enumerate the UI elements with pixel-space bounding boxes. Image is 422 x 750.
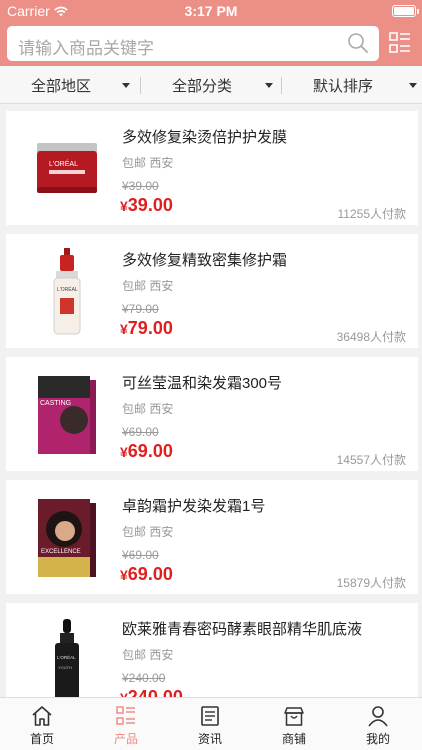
shipping-label: 包邮 [122, 402, 147, 416]
svg-text:L'ORÉAL: L'ORÉAL [49, 159, 78, 168]
product-meta: 包邮 西安 [122, 646, 173, 663]
clock: 3:17 PM [184, 3, 238, 19]
sold-count: 11255人付款 [337, 207, 406, 221]
home-icon [32, 706, 52, 726]
product-meta: 包邮 西安 [122, 154, 173, 171]
product-card[interactable]: L'ORÉAL 多效修复染烫倍护护发膜 包邮 西安 ¥39.00 ¥39.00 … [6, 111, 418, 225]
product-meta: 包邮 西安 [122, 523, 173, 540]
product-list[interactable]: L'ORÉAL 多效修复染烫倍护护发膜 包邮 西安 ¥39.00 ¥39.00 … [0, 105, 422, 697]
price-value: 79.00 [127, 318, 173, 338]
tab-shop[interactable]: 商铺 [252, 698, 336, 750]
product-name: 欧莱雅青春密码酵素眼部精华肌底液 [122, 621, 363, 638]
product-meta: 包邮 西安 [122, 400, 173, 417]
currency-symbol: ¥ [120, 690, 128, 697]
product-name: 多效修复精致密集修护霜 [122, 252, 288, 269]
filter-bar: 全部地区 全部分类 默认排序 [0, 66, 422, 104]
search-placeholder: 请输入商品关键字 [18, 39, 154, 58]
tab-home-label: 首页 [29, 732, 54, 746]
search-icon[interactable] [347, 32, 369, 54]
svg-text:L'ORÉAL: L'ORÉAL [57, 654, 76, 660]
user-icon [368, 706, 388, 727]
filter-category-label: 全部分类 [171, 77, 232, 95]
shop-icon [284, 707, 304, 726]
product-name: 可丝莹温和染发霜300号 [122, 375, 283, 392]
location-label: 西安 [149, 279, 174, 293]
shipping-label: 包邮 [122, 525, 147, 539]
currency-symbol: ¥ [120, 198, 128, 214]
location-label: 西安 [149, 156, 174, 170]
chevron-down-icon [122, 83, 130, 88]
product-image: L'ORÉAL YOUTH [18, 613, 116, 697]
search-input[interactable]: 请输入商品关键字 [7, 26, 379, 61]
tab-shop-label: 商铺 [281, 732, 306, 746]
product-name: 多效修复染烫倍护护发膜 [122, 129, 288, 146]
battery-icon [392, 5, 419, 17]
filter-sort[interactable]: 默认排序 [282, 66, 422, 104]
chevron-down-icon [409, 83, 417, 88]
price-value: 39.00 [127, 195, 173, 215]
product-meta: 包邮 西安 [122, 277, 173, 294]
product-list-icon [116, 706, 135, 725]
currency-symbol: ¥ [120, 444, 128, 460]
product-card[interactable]: CASTING 可丝莹温和染发霜300号 包邮 西安 ¥69.00 ¥69.00… [6, 357, 418, 471]
price-value: 69.00 [127, 441, 173, 461]
tab-news-label: 资讯 [197, 732, 222, 746]
filter-region[interactable]: 全部地区 [0, 66, 140, 104]
tab-profile-label: 我的 [365, 732, 390, 746]
original-price: ¥79.00 [122, 302, 159, 316]
category-menu-icon[interactable] [389, 31, 411, 55]
sale-price: ¥69.00 [120, 441, 173, 462]
svg-text:L'ORÉAL: L'ORÉAL [57, 286, 78, 293]
chevron-down-icon [265, 83, 273, 88]
shipping-label: 包邮 [122, 156, 147, 170]
filter-region-label: 全部地区 [30, 77, 91, 95]
product-name: 卓韵霜护发染发霜1号 [122, 498, 266, 515]
price-value: 69.00 [127, 564, 173, 584]
product-image: L'ORÉAL [18, 121, 116, 216]
shipping-label: 包邮 [122, 279, 147, 293]
sale-price: ¥79.00 [120, 318, 173, 339]
tab-home[interactable]: 首页 [0, 698, 84, 750]
original-price: ¥69.00 [122, 425, 159, 439]
product-card[interactable]: EXCELLENCE 卓韵霜护发染发霜1号 包邮 西安 ¥69.00 ¥69.0… [6, 480, 418, 594]
product-image: EXCELLENCE [18, 490, 116, 585]
svg-text:YOUTH: YOUTH [58, 665, 72, 670]
sold-count: 36498人付款 [336, 330, 406, 344]
tab-products[interactable]: 产品 [84, 698, 168, 750]
product-card[interactable]: L'ORÉAL 多效修复精致密集修护霜 包邮 西安 ¥79.00 ¥79.00 … [6, 234, 418, 348]
product-card[interactable]: L'ORÉAL YOUTH 欧莱雅青春密码酵素眼部精华肌底液 包邮 西安 ¥24… [6, 603, 418, 697]
currency-symbol: ¥ [120, 567, 128, 583]
sale-price: ¥69.00 [120, 564, 173, 585]
original-price: ¥39.00 [122, 179, 159, 193]
news-icon [201, 706, 219, 726]
svg-text:EXCELLENCE: EXCELLENCE [41, 549, 81, 555]
filter-category[interactable]: 全部分类 [141, 66, 281, 104]
tab-profile[interactable]: 我的 [336, 698, 420, 750]
shipping-label: 包邮 [122, 648, 147, 662]
original-price: ¥69.00 [122, 548, 159, 562]
header: Carrier 3:17 PM 请输入商品关键字 [0, 0, 422, 66]
original-price: ¥240.00 [122, 671, 166, 685]
svg-text:CASTING: CASTING [40, 400, 71, 407]
location-label: 西安 [149, 402, 174, 416]
sold-count: 15879人付款 [336, 576, 406, 590]
location-label: 西安 [149, 648, 174, 662]
currency-symbol: ¥ [120, 321, 128, 337]
tab-news[interactable]: 资讯 [168, 698, 252, 750]
product-image: CASTING [18, 367, 116, 462]
sale-price: ¥240.00 [120, 687, 183, 697]
price-value: 240.00 [127, 687, 183, 697]
tab-products-label: 产品 [113, 732, 138, 746]
filter-sort-label: 默认排序 [312, 77, 373, 95]
status-bar: Carrier 3:17 PM [0, 0, 422, 22]
sold-count: 14557人付款 [336, 453, 406, 467]
location-label: 西安 [149, 525, 174, 539]
sale-price: ¥39.00 [120, 195, 173, 216]
tab-bar: 首页 产品 资讯 商铺 我的 [0, 697, 422, 750]
product-image: L'ORÉAL [18, 244, 116, 339]
